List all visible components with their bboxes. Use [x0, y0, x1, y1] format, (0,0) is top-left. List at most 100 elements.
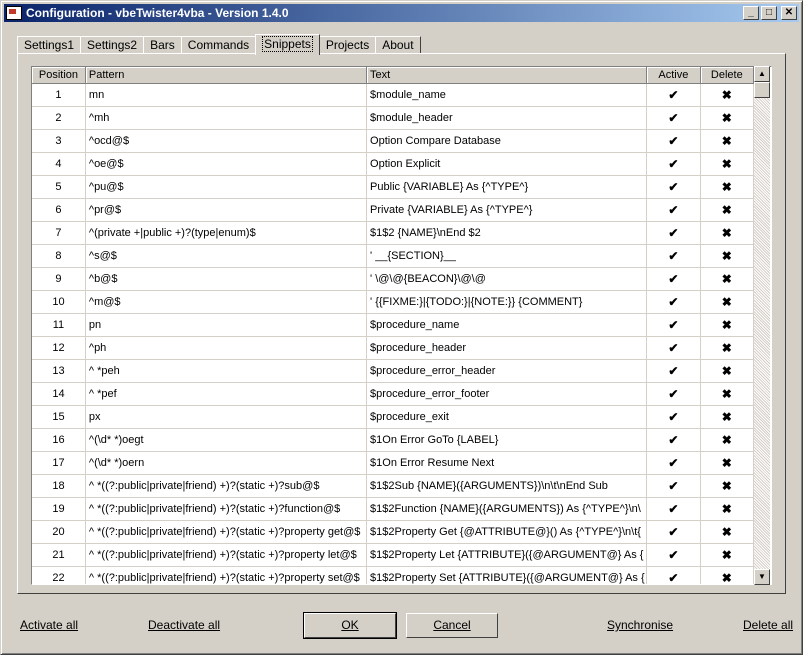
pattern-cell[interactable]: ^ph — [85, 336, 368, 360]
table-row[interactable]: 3 ^ocd@$ Option Compare Database ✔ ✖ — [32, 129, 755, 153]
pattern-cell[interactable]: ^ *((?:public|private|friend) +)?(static… — [85, 543, 368, 567]
text-cell[interactable]: $1On Error GoTo {LABEL} — [366, 428, 648, 452]
pattern-cell[interactable]: ^ *pef — [85, 382, 368, 406]
active-checkmark-icon[interactable]: ✔ — [646, 313, 701, 337]
delete-x-icon[interactable]: ✖ — [700, 382, 755, 406]
table-row[interactable]: 22 ^ *((?:public|private|friend) +)?(stat… — [32, 566, 755, 584]
pattern-cell[interactable]: ^ocd@$ — [85, 129, 368, 153]
column-header-position[interactable]: Position — [32, 67, 86, 84]
active-checkmark-icon[interactable]: ✔ — [646, 106, 701, 130]
delete-x-icon[interactable]: ✖ — [700, 129, 755, 153]
ok-button[interactable]: OK — [303, 612, 397, 639]
delete-all-link[interactable]: Delete all — [743, 618, 793, 632]
text-cell[interactable]: ' {{FIXME:}|{TODO:}|{NOTE:}} {COMMENT} — [366, 290, 648, 314]
text-cell[interactable]: $1$2Property Let {ATTRIBUTE}({@ARGUMENT@… — [366, 543, 648, 567]
active-checkmark-icon[interactable]: ✔ — [646, 451, 701, 475]
text-cell[interactable]: $1$2Function {NAME}({ARGUMENTS}) As {^TY… — [366, 497, 648, 521]
table-row[interactable]: 15 px $procedure_exit ✔ ✖ — [32, 405, 755, 429]
active-checkmark-icon[interactable]: ✔ — [646, 405, 701, 429]
pattern-cell[interactable]: ^ *((?:public|private|friend) +)?(static… — [85, 474, 368, 498]
active-checkmark-icon[interactable]: ✔ — [646, 83, 701, 107]
delete-x-icon[interactable]: ✖ — [700, 152, 755, 176]
delete-x-icon[interactable]: ✖ — [700, 290, 755, 314]
pattern-cell[interactable]: ^ *((?:public|private|friend) +)?(static… — [85, 497, 368, 521]
vertical-scrollbar[interactable]: ▲ ▼ — [754, 66, 770, 585]
table-row[interactable]: 11 pn $procedure_name ✔ ✖ — [32, 313, 755, 337]
table-row[interactable]: 10 ^m@$ ' {{FIXME:}|{TODO:}|{NOTE:}} {COMM… — [32, 290, 755, 314]
table-row[interactable]: 13 ^ *peh $procedure_error_header ✔ ✖ — [32, 359, 755, 383]
delete-x-icon[interactable]: ✖ — [700, 474, 755, 498]
active-checkmark-icon[interactable]: ✔ — [646, 336, 701, 360]
pattern-cell[interactable]: ^ *((?:public|private|friend) +)?(static… — [85, 520, 368, 544]
text-cell[interactable]: ' \@\@{BEACON}\@\@ — [366, 267, 648, 291]
text-cell[interactable]: $module_name — [366, 83, 648, 107]
pattern-cell[interactable]: ^oe@$ — [85, 152, 368, 176]
delete-x-icon[interactable]: ✖ — [700, 497, 755, 521]
pattern-cell[interactable]: ^b@$ — [85, 267, 368, 291]
scroll-down-icon[interactable]: ▼ — [754, 569, 770, 585]
active-checkmark-icon[interactable]: ✔ — [646, 382, 701, 406]
delete-x-icon[interactable]: ✖ — [700, 83, 755, 107]
delete-x-icon[interactable]: ✖ — [700, 451, 755, 475]
table-row[interactable]: 17 ^(\d* *)oern $1On Error Resume Next ✔ ✖ — [32, 451, 755, 475]
pattern-cell[interactable]: ^mh — [85, 106, 368, 130]
delete-x-icon[interactable]: ✖ — [700, 244, 755, 268]
pattern-cell[interactable]: ^m@$ — [85, 290, 368, 314]
pattern-cell[interactable]: ^(\d* *)oegt — [85, 428, 368, 452]
active-checkmark-icon[interactable]: ✔ — [646, 359, 701, 383]
column-header-pattern[interactable]: Pattern — [85, 67, 368, 84]
pattern-cell[interactable]: ^ *((?:public|private|friend) +)?(static… — [85, 566, 368, 584]
text-cell[interactable]: $procedure_error_header — [366, 359, 648, 383]
delete-x-icon[interactable]: ✖ — [700, 520, 755, 544]
table-row[interactable]: 7 ^(private +|public +)?(type|enum)$ $1$2 … — [32, 221, 755, 245]
delete-x-icon[interactable]: ✖ — [700, 336, 755, 360]
active-checkmark-icon[interactable]: ✔ — [646, 474, 701, 498]
delete-x-icon[interactable]: ✖ — [700, 543, 755, 567]
table-row[interactable]: 4 ^oe@$ Option Explicit ✔ ✖ — [32, 152, 755, 176]
table-row[interactable]: 1 mn $module_name ✔ ✖ — [32, 83, 755, 107]
delete-x-icon[interactable]: ✖ — [700, 405, 755, 429]
pattern-cell[interactable]: ^(\d* *)oern — [85, 451, 368, 475]
tab-about[interactable]: About — [375, 36, 421, 54]
delete-x-icon[interactable]: ✖ — [700, 428, 755, 452]
tab-settings2[interactable]: Settings2 — [80, 36, 145, 54]
delete-x-icon[interactable]: ✖ — [700, 313, 755, 337]
pattern-cell[interactable]: pn — [85, 313, 368, 337]
delete-x-icon[interactable]: ✖ — [700, 106, 755, 130]
active-checkmark-icon[interactable]: ✔ — [646, 129, 701, 153]
text-cell[interactable]: $1$2 {NAME}\nEnd $2 — [366, 221, 648, 245]
table-row[interactable]: 6 ^pr@$ Private {VARIABLE} As {^TYPE^} ✔ ✖ — [32, 198, 755, 222]
text-cell[interactable]: Public {VARIABLE} As {^TYPE^} — [366, 175, 648, 199]
active-checkmark-icon[interactable]: ✔ — [646, 566, 701, 584]
scroll-up-icon[interactable]: ▲ — [754, 66, 770, 82]
text-cell[interactable]: $1On Error Resume Next — [366, 451, 648, 475]
text-cell[interactable]: $procedure_error_footer — [366, 382, 648, 406]
table-row[interactable]: 14 ^ *pef $procedure_error_footer ✔ ✖ — [32, 382, 755, 406]
activate-all-link[interactable]: Activate all — [20, 618, 78, 632]
tab-commands[interactable]: Commands — [180, 36, 257, 54]
active-checkmark-icon[interactable]: ✔ — [646, 244, 701, 268]
pattern-cell[interactable]: ^(private +|public +)?(type|enum)$ — [85, 221, 368, 245]
active-checkmark-icon[interactable]: ✔ — [646, 267, 701, 291]
text-cell[interactable]: Private {VARIABLE} As {^TYPE^} — [366, 198, 648, 222]
minimize-icon[interactable]: _ — [743, 6, 759, 20]
text-cell[interactable]: $procedure_exit — [366, 405, 648, 429]
active-checkmark-icon[interactable]: ✔ — [646, 175, 701, 199]
pattern-cell[interactable]: mn — [85, 83, 368, 107]
column-header-text[interactable]: Text — [366, 67, 648, 84]
delete-x-icon[interactable]: ✖ — [700, 198, 755, 222]
active-checkmark-icon[interactable]: ✔ — [646, 198, 701, 222]
text-cell[interactable]: $procedure_header — [366, 336, 648, 360]
delete-x-icon[interactable]: ✖ — [700, 359, 755, 383]
synchronise-link[interactable]: Synchronise — [607, 618, 673, 632]
title-bar[interactable]: Configuration - vbeTwister4vba - Version… — [4, 4, 799, 22]
column-header-active[interactable]: Active — [646, 67, 701, 84]
pattern-cell[interactable]: px — [85, 405, 368, 429]
table-row[interactable]: 2 ^mh $module_header ✔ ✖ — [32, 106, 755, 130]
table-row[interactable]: 18 ^ *((?:public|private|friend) +)?(stat… — [32, 474, 755, 498]
delete-x-icon[interactable]: ✖ — [700, 566, 755, 584]
active-checkmark-icon[interactable]: ✔ — [646, 520, 701, 544]
text-cell[interactable]: $1$2Property Set {ATTRIBUTE}({@ARGUMENT@… — [366, 566, 648, 584]
active-checkmark-icon[interactable]: ✔ — [646, 497, 701, 521]
table-row[interactable]: 20 ^ *((?:public|private|friend) +)?(stat… — [32, 520, 755, 544]
